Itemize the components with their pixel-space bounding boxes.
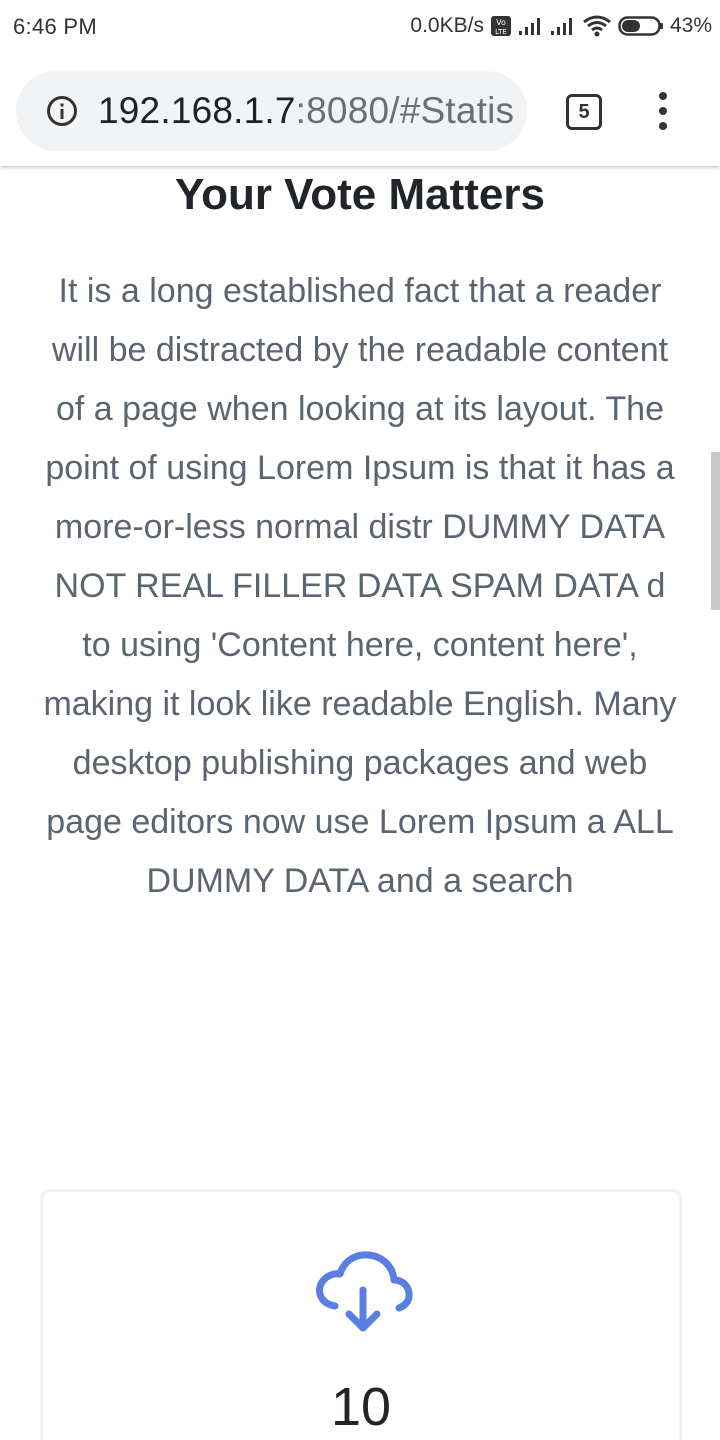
scrollbar-thumb[interactable] (711, 452, 720, 610)
status-indicators: 0.0KB/s Vo LTE 43% (410, 14, 712, 38)
battery-percent: 43% (669, 14, 712, 37)
page-title: Your Vote Matters (175, 170, 545, 219)
stat-value: 10 (330, 1377, 392, 1437)
browser-toolbar: 192.168.1.7:8080/#Statis 5 (0, 56, 720, 166)
tabs-icon[interactable]: 5 (566, 94, 602, 130)
cloud-download-icon (313, 1248, 413, 1336)
battery-icon (618, 15, 664, 37)
network-speed: 0.0KB/s (410, 14, 484, 37)
body-paragraph: It is a long established fact that a rea… (43, 272, 677, 900)
url-host: 192.168.1.7 (98, 90, 296, 131)
signal-icon (518, 16, 544, 36)
page-content: Your Vote Matters It is a long establish… (0, 166, 720, 1440)
status-time: 6:46 PM (13, 14, 98, 39)
svg-text:LTE: LTE (495, 28, 507, 36)
info-icon[interactable] (46, 95, 78, 127)
status-bar: 6:46 PM 0.0KB/s Vo LTE 43% (0, 0, 720, 56)
signal-icon (550, 16, 576, 36)
wifi-icon (582, 15, 612, 37)
url-text[interactable]: 192.168.1.7:8080/#Statis (98, 90, 514, 132)
volte-icon: Vo LTE (490, 15, 512, 37)
stat-card: 10 (40, 1189, 682, 1440)
more-vert-icon[interactable] (650, 92, 678, 132)
address-bar[interactable]: 192.168.1.7:8080/#Statis (16, 71, 527, 151)
url-path: :8080/#Statis (295, 90, 515, 131)
svg-text:Vo: Vo (496, 18, 506, 27)
